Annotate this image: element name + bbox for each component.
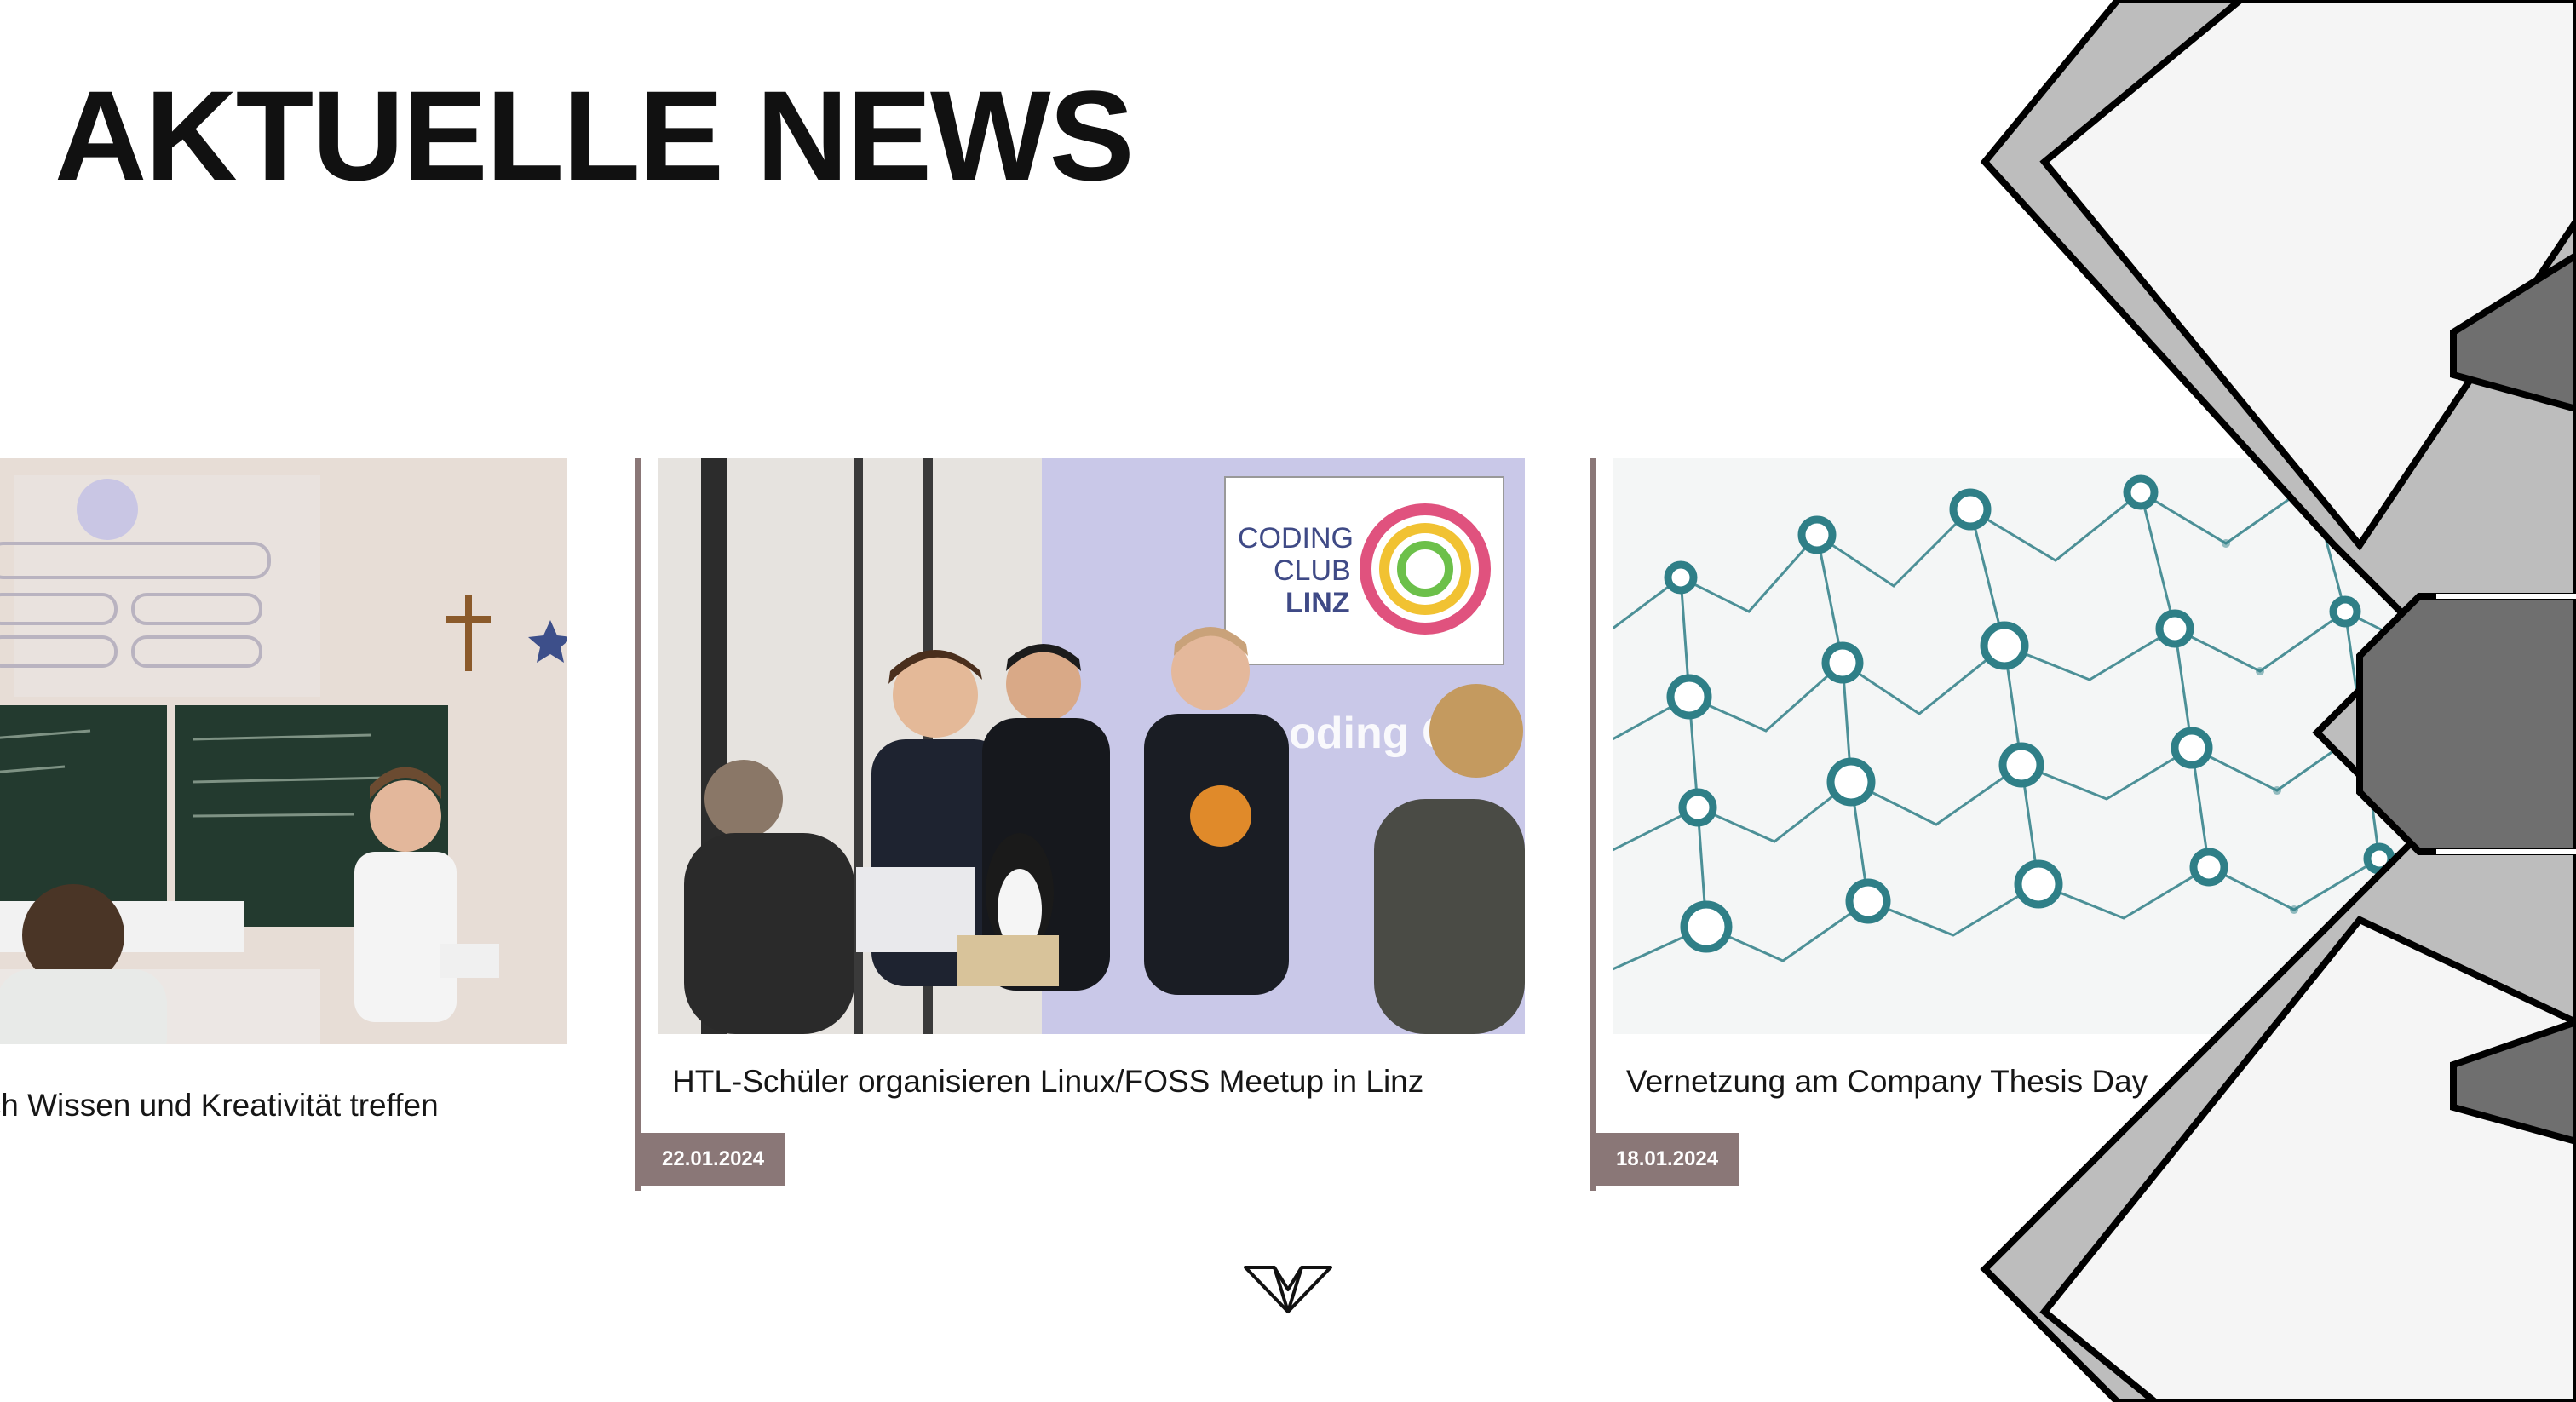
- news-card-title[interactable]: sich Wissen und Kreativität treffen: [0, 1088, 439, 1123]
- date-badge: 22.01.2024: [641, 1133, 785, 1186]
- sign-line-2: CLUB: [1274, 554, 1351, 587]
- chevron-logo-icon[interactable]: [1244, 1264, 1332, 1315]
- news-card-title[interactable]: HTL-Schüler organisieren Linux/FOSS Meet…: [672, 1064, 1423, 1100]
- news-card-image[interactable]: [0, 458, 567, 1044]
- date-badge: 18.01.2024: [1596, 1133, 1739, 1186]
- news-card-image[interactable]: CODING CLUB LINZ oding Clu: [658, 458, 1525, 1034]
- sign-line-1: CODING: [1238, 522, 1354, 554]
- sign-line-3: LINZ: [1285, 587, 1350, 619]
- decorative-graphic: [1959, 0, 2576, 1402]
- page-title: AKTUELLE NEWS: [55, 64, 1135, 207]
- news-card[interactable]: CODING CLUB LINZ oding Clu HTL-Schüler o…: [635, 458, 1525, 1191]
- news-card[interactable]: Vernetzung am Company Thesis Day 18.01.2…: [1590, 458, 2490, 1191]
